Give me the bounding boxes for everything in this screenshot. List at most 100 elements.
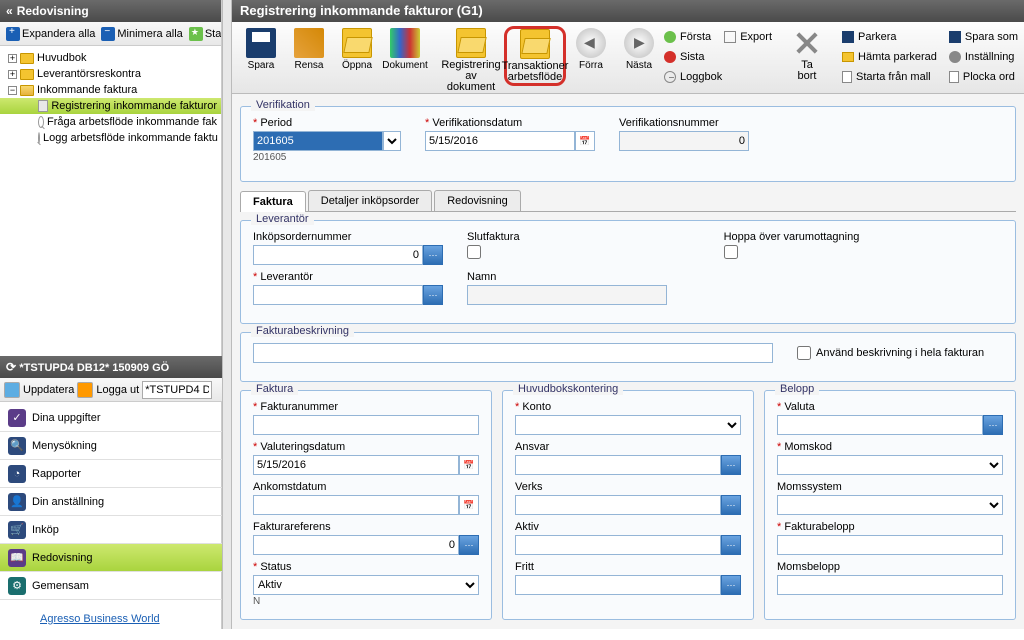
momskod-select[interactable]: [777, 455, 1003, 475]
nav-rapporter[interactable]: ◔Rapporter: [0, 460, 222, 488]
lookup-button[interactable]: ⋯: [721, 575, 741, 595]
leverantor-input[interactable]: [253, 285, 423, 305]
person-icon: 👤: [8, 493, 26, 511]
lookup-button[interactable]: ⋯: [423, 245, 443, 265]
anvand-beskrivning-checkbox[interactable]: [797, 346, 811, 360]
ankomst-input[interactable]: [253, 495, 459, 515]
document-button[interactable]: Dokument: [382, 26, 428, 73]
nav-dina-uppgifter[interactable]: ✓Dina uppgifter: [0, 404, 222, 432]
log-button[interactable]: Loggbok: [664, 68, 722, 86]
tab-faktura[interactable]: Faktura: [240, 191, 306, 212]
fakturaref-input[interactable]: [253, 535, 459, 555]
fakturanum-input[interactable]: [253, 415, 479, 435]
save-as-button[interactable]: Spara som: [949, 28, 1018, 46]
expand-all-label: Expandera alla: [22, 28, 95, 40]
lookup-button[interactable]: ⋯: [721, 495, 741, 515]
nav-menysokning[interactable]: 🔍Menysökning: [0, 432, 222, 460]
calendar-button[interactable]: 📅: [459, 495, 479, 515]
konto-select[interactable]: [515, 415, 741, 435]
konto-label: Konto: [515, 401, 741, 413]
fritt-input[interactable]: [515, 575, 721, 595]
hoppa-checkbox[interactable]: [724, 245, 738, 259]
prev-button[interactable]: Förra: [568, 26, 614, 73]
folder-open-icon: [520, 29, 550, 59]
footer-link[interactable]: Agresso Business World: [40, 613, 160, 625]
ribbon-label: Rensa: [295, 60, 324, 71]
nav-redovisning[interactable]: 📖Redovisning: [0, 544, 222, 572]
status-select[interactable]: Aktiv: [253, 575, 479, 595]
nav-din-anstallning[interactable]: 👤Din anställning: [0, 488, 222, 516]
beskrivning-input[interactable]: [253, 343, 773, 363]
folder-open-icon: [456, 28, 486, 58]
calendar-button[interactable]: 📅: [459, 455, 479, 475]
lookup-button[interactable]: ⋯: [721, 535, 741, 555]
page-title: Registrering inkommande fakturor (G1): [232, 0, 1024, 22]
env-input[interactable]: [142, 381, 212, 399]
toggler-icon[interactable]: −: [8, 86, 17, 95]
clear-button[interactable]: Rensa: [286, 26, 332, 73]
aktiv-input[interactable]: [515, 535, 721, 555]
expand-all-button[interactable]: Expandera alla: [4, 27, 97, 41]
settings-button[interactable]: Inställning: [949, 48, 1018, 66]
ansvar-input[interactable]: [515, 455, 721, 475]
tree-inkommande[interactable]: −Inkommande faktura: [0, 82, 221, 98]
last-button[interactable]: Sista: [664, 48, 722, 66]
left-toolbar: Expandera alla Minimera alla Sta: [0, 22, 221, 46]
reg-doc-button[interactable]: Registreringav dokument: [440, 26, 502, 94]
ribbon-small-group-save: Spara som Inställning Plocka ord: [949, 26, 1018, 86]
nav-label: Rapporter: [32, 468, 81, 480]
lookup-button[interactable]: ⋯: [459, 535, 479, 555]
momsbelopp-input[interactable]: [777, 575, 1003, 595]
ribbon-label: Inställning: [965, 51, 1015, 63]
huvudbok-group: Huvudbokskontering Konto Ansvar⋯ Verks⋯ …: [502, 390, 754, 620]
tab-redovisning[interactable]: Redovisning: [434, 190, 521, 211]
splitter[interactable]: [222, 0, 232, 629]
ribbon-label: Export: [740, 31, 772, 43]
period-input[interactable]: [253, 131, 383, 151]
first-button[interactable]: Första: [664, 28, 722, 46]
toggler-icon[interactable]: +: [8, 54, 17, 63]
tree-registrering[interactable]: Registrering inkommande fakturor: [0, 98, 221, 114]
ribbon-label: Öppna: [342, 60, 372, 71]
toggler-icon[interactable]: +: [8, 70, 17, 79]
delete-icon: [792, 28, 822, 58]
trans-workflow-button[interactable]: Transaktionerarbetsflöde: [504, 26, 566, 86]
momssystem-select[interactable]: [777, 495, 1003, 515]
tree-leverantor[interactable]: +Leverantörsreskontra: [0, 66, 221, 82]
inkop-input[interactable]: [253, 245, 423, 265]
slutfaktura-checkbox[interactable]: [467, 245, 481, 259]
delete-button[interactable]: Tabort: [784, 26, 830, 84]
fakturabelopp-input[interactable]: [777, 535, 1003, 555]
ansvar-label: Ansvar: [515, 441, 741, 453]
refresh-button[interactable]: [4, 382, 20, 398]
fakturabelopp-label: Fakturabelopp: [777, 521, 1003, 533]
pick-order-button[interactable]: Plocka ord: [949, 68, 1018, 86]
verifdate-input[interactable]: [425, 131, 575, 151]
calendar-button[interactable]: 📅: [575, 131, 595, 151]
logout-button[interactable]: [77, 382, 93, 398]
star-button[interactable]: Sta: [187, 27, 221, 41]
start-template-button[interactable]: Starta från mall: [842, 68, 937, 86]
lookup-button[interactable]: ⋯: [983, 415, 1003, 435]
export-button[interactable]: Export: [724, 28, 772, 46]
nav-label: Redovisning: [32, 552, 93, 564]
open-button[interactable]: Öppna: [334, 26, 380, 73]
valuteringsdatum-input[interactable]: [253, 455, 459, 475]
tree-huvudbok[interactable]: +Huvudbok: [0, 50, 221, 66]
verks-input[interactable]: [515, 495, 721, 515]
tree-logg[interactable]: Logg arbetsflöde inkommande faktu: [0, 130, 221, 146]
lookup-button[interactable]: ⋯: [721, 455, 741, 475]
nav-inkop[interactable]: 🛒Inköp: [0, 516, 222, 544]
next-button[interactable]: Nästa: [616, 26, 662, 73]
park-button[interactable]: Parkera: [842, 28, 937, 46]
tree-fraga[interactable]: Fråga arbetsflöde inkommande fak: [0, 114, 221, 130]
nav-gemensam[interactable]: ⚙Gemensam: [0, 572, 222, 600]
fetch-parked-button[interactable]: Hämta parkerad: [842, 48, 937, 66]
valuta-input[interactable]: [777, 415, 983, 435]
collapse-all-button[interactable]: Minimera alla: [99, 27, 184, 41]
save-button[interactable]: Spara: [238, 26, 284, 73]
period-hint: 201605: [253, 152, 401, 163]
period-dropdown[interactable]: [383, 131, 401, 151]
tab-detaljer[interactable]: Detaljer inköpsorder: [308, 190, 432, 211]
lookup-button[interactable]: ⋯: [423, 285, 443, 305]
